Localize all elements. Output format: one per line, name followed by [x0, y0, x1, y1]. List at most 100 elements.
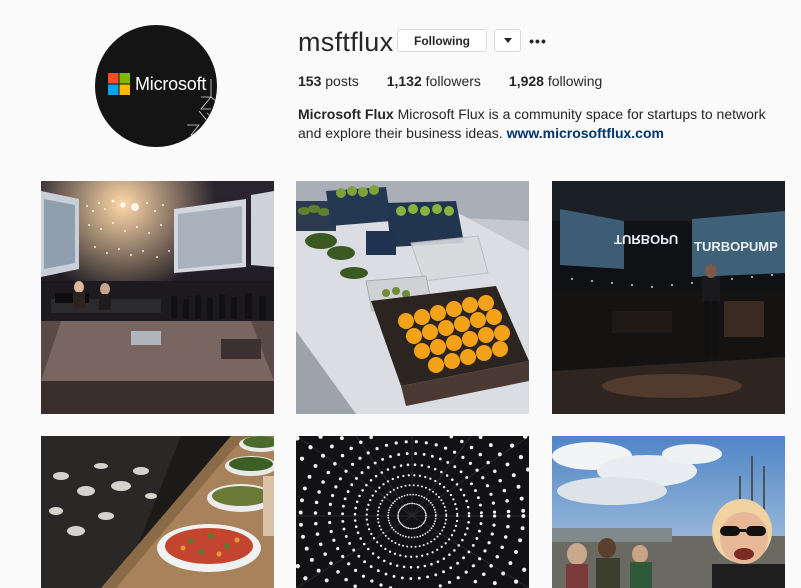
followers-stat[interactable]: 1,132 followers — [387, 72, 481, 90]
ceiling-light-dot — [492, 510, 497, 514]
ceiling-light-dot — [390, 504, 393, 507]
ceiling-light-dot — [331, 493, 335, 498]
ceiling-light-dot — [433, 522, 436, 525]
ceiling-light-dot — [340, 453, 345, 458]
post-tile-4[interactable] — [41, 436, 274, 588]
ceiling-light-dot — [366, 465, 370, 469]
ceiling-light-dot — [506, 524, 510, 529]
ceiling-light-dot — [413, 502, 416, 505]
ceiling-light-dot — [417, 576, 421, 580]
ceiling-light-dot — [461, 538, 464, 542]
post-tile-6[interactable] — [552, 436, 785, 588]
ceiling-light-dot — [416, 565, 420, 569]
ceiling-light-dot — [408, 484, 411, 487]
ceiling-light-dot — [457, 544, 460, 547]
ceiling-light-dot — [365, 513, 368, 516]
ceiling-light-dot — [366, 508, 369, 511]
ceiling-light-dot — [418, 545, 421, 548]
post-tile-2[interactable] — [296, 181, 529, 414]
post-tile-3[interactable]: TURBOPU TURBOPUMP — [552, 181, 785, 414]
ceiling-light-dot — [406, 526, 408, 529]
ceiling-light-dot — [447, 580, 452, 584]
ceiling-light-dot — [395, 564, 399, 567]
ceiling-light-dot — [467, 550, 471, 554]
ceiling-light-dot — [338, 477, 342, 481]
ceiling-light-dot — [419, 525, 421, 528]
ceiling-light-dot — [444, 522, 447, 525]
ceiling-light-dot — [440, 545, 443, 548]
ceiling-light-dot — [347, 562, 351, 566]
bio-name: Microsoft Flux — [298, 106, 394, 122]
ceiling-light-dot — [406, 503, 409, 505]
ceiling-light-dot — [424, 441, 428, 445]
ceiling-light-dot — [469, 445, 474, 450]
posts-count: 153 — [298, 73, 322, 89]
ceiling-light-dot — [358, 494, 361, 498]
suggestions-dropdown-button[interactable] — [494, 29, 521, 52]
post-tile-1[interactable] — [41, 181, 274, 414]
profile-avatar[interactable]: Microsoft — [95, 25, 217, 147]
ceiling-light-dot — [386, 468, 390, 471]
ceiling-light-dot — [453, 465, 457, 469]
ceiling-light-dot — [397, 511, 400, 514]
ceiling-light-dot — [444, 509, 447, 512]
ceiling-light-dot — [410, 555, 413, 558]
ceiling-light-dot — [429, 501, 432, 504]
ceiling-light-dot — [428, 529, 431, 532]
ceiling-light-dot — [424, 532, 427, 535]
ceiling-light-dot — [400, 576, 404, 580]
ceiling-light-dot — [354, 568, 358, 572]
profile-username: msftflux — [298, 27, 394, 57]
ceiling-light-dot — [478, 503, 482, 507]
ceiling-light-dot — [522, 567, 527, 572]
ceiling-light-dot — [376, 541, 379, 544]
ceiling-light-dot — [454, 524, 458, 528]
more-options-button[interactable]: ••• — [529, 29, 546, 52]
ceiling-light-dot — [450, 534, 454, 537]
ceiling-light-dot — [456, 512, 459, 516]
ceiling-light-dot — [467, 512, 471, 515]
ceiling-light-dot — [363, 560, 367, 564]
ceiling-light-dot — [404, 526, 406, 528]
ceiling-light-dot — [375, 447, 379, 451]
post-tile-5[interactable] — [296, 436, 529, 588]
bio-link[interactable]: www.microsoftflux.com — [507, 125, 664, 141]
ceiling-light-dot — [402, 535, 404, 537]
ceiling-light-dot — [520, 526, 525, 531]
ceiling-light-dot — [477, 529, 481, 533]
ceiling-light-dot — [419, 505, 422, 507]
ceiling-light-dot — [415, 503, 417, 505]
ceiling-light-dot — [358, 456, 362, 460]
post-image-ceiling-lights — [296, 436, 529, 588]
ceiling-light-dot — [444, 446, 448, 450]
ceiling-light-dot — [317, 490, 321, 494]
ceiling-light-dot — [352, 548, 356, 552]
ceiling-light-dot — [362, 542, 366, 546]
ceiling-light-dot — [434, 511, 437, 514]
ceiling-light-dot — [399, 464, 403, 467]
ceiling-light-dot — [474, 489, 477, 493]
ceiling-light-dot — [370, 579, 374, 583]
ceiling-light-dot — [357, 554, 361, 558]
ceiling-light-dot — [389, 524, 392, 527]
ceiling-light-dot — [399, 508, 401, 511]
ceiling-light-dot — [434, 520, 436, 523]
ceiling-light-dot — [508, 561, 513, 566]
ceiling-light-dot — [328, 520, 332, 525]
ceiling-light-dot — [376, 569, 380, 573]
ceiling-light-dot — [403, 494, 406, 497]
ceiling-light-dot — [414, 545, 417, 548]
ceiling-light-dot — [343, 497, 347, 501]
ceiling-light-dot — [314, 500, 319, 505]
ceiling-light-dot — [421, 534, 424, 536]
following-button[interactable]: Following — [397, 29, 487, 52]
ceiling-light-dot — [399, 533, 402, 536]
ceiling-light-dot — [453, 529, 456, 532]
following-stat[interactable]: 1,928 following — [509, 72, 602, 90]
ceiling-light-dot — [391, 526, 393, 529]
ceiling-light-dot — [401, 495, 403, 498]
profile-stats: 153 posts 1,132 followers 1,928 followin… — [298, 72, 630, 90]
ceiling-light-dot — [398, 496, 401, 499]
ceiling-light-dot — [359, 440, 363, 445]
ceiling-light-dot — [479, 522, 483, 526]
